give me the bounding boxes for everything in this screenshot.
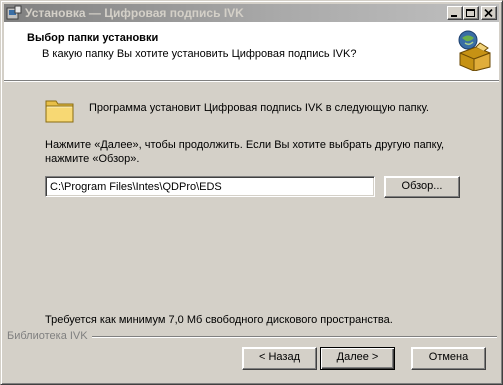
close-icon (484, 9, 493, 18)
header-separator (4, 80, 499, 82)
folder-icon (45, 100, 74, 123)
maximize-button[interactable] (463, 6, 479, 20)
instructions-text: Нажмите «Далее», чтобы продолжить. Если … (45, 139, 445, 165)
brand-line (89, 336, 497, 338)
browse-button[interactable]: Обзор... (384, 176, 460, 198)
brand-separator: Библиотека IVK (4, 330, 499, 342)
cancel-button[interactable]: Отмена (411, 347, 486, 370)
window-title: Установка — Цифровая подпись IVK (25, 6, 244, 20)
installer-box-icon (458, 30, 491, 71)
install-location-text: Программа установит Цифровая подпись IVK… (89, 102, 429, 114)
title-bar[interactable]: Установка — Цифровая подпись IVK (4, 4, 499, 22)
minimize-button[interactable] (447, 6, 463, 20)
brand-label: Библиотека IVK (7, 330, 92, 342)
disk-space-text: Требуется как минимум 7,0 Мб свободного … (45, 314, 393, 326)
next-button[interactable]: Далее > (320, 347, 395, 370)
back-button[interactable]: < Назад (242, 347, 317, 370)
wizard-header: Выбор папки установки В какую папку Вы х… (4, 22, 499, 80)
page-subtitle: В какую папку Вы хотите установить Цифро… (42, 48, 357, 60)
installer-window: Установка — Цифровая подпись IVK Выбор п… (0, 0, 503, 385)
close-button[interactable] (481, 6, 497, 20)
install-path-input[interactable] (45, 176, 375, 197)
maximize-icon (466, 9, 475, 17)
minimize-icon (451, 15, 457, 17)
setup-app-icon (6, 5, 22, 20)
page-title: Выбор папки установки (27, 32, 159, 44)
